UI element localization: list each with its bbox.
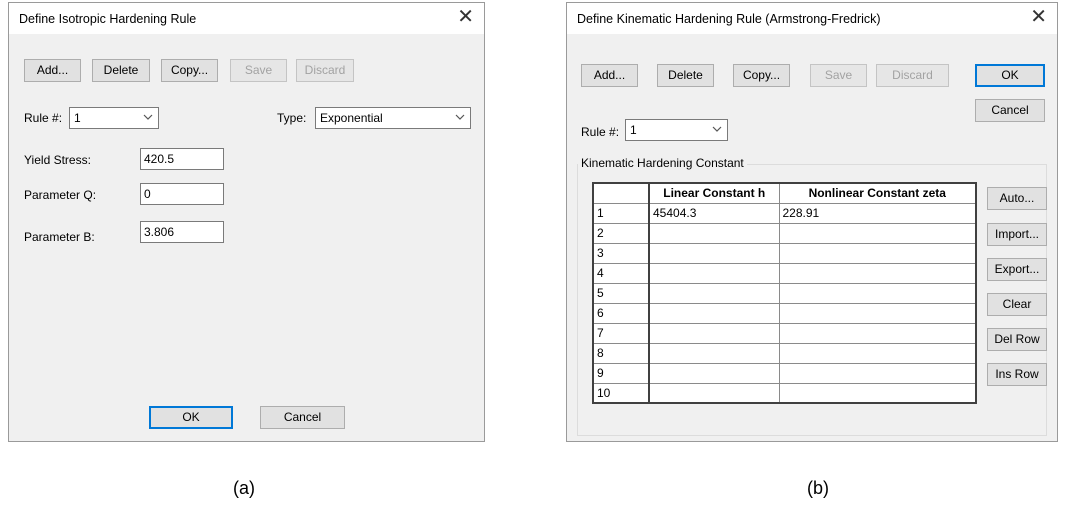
clear-button[interactable]: Clear xyxy=(987,293,1047,316)
column-header-linear[interactable]: Linear Constant h xyxy=(648,182,780,204)
kinematic-hardening-dialog: Define Kinematic Hardening Rule (Armstro… xyxy=(566,2,1058,442)
save-button[interactable]: Save xyxy=(230,59,287,82)
row-number[interactable]: 1 xyxy=(592,202,650,224)
parameter-q-label: Parameter Q: xyxy=(24,188,97,202)
parameter-b-field[interactable]: 3.806 xyxy=(140,221,224,243)
linear-constant-cell[interactable] xyxy=(648,362,780,384)
nonlinear-constant-cell[interactable] xyxy=(778,382,977,404)
table-row: 8 xyxy=(592,342,977,364)
chevron-down-icon xyxy=(143,114,153,120)
corner-cell xyxy=(592,182,650,204)
linear-constant-cell[interactable] xyxy=(648,342,780,364)
ok-button[interactable]: OK xyxy=(975,64,1045,87)
linear-constant-cell[interactable]: 45404.3 xyxy=(648,202,780,224)
parameter-q-field[interactable]: 0 xyxy=(140,183,224,205)
table-row: 7 xyxy=(592,322,977,344)
yield-stress-value: 420.5 xyxy=(144,152,175,166)
import-button[interactable]: Import... xyxy=(987,223,1047,246)
row-number[interactable]: 9 xyxy=(592,362,650,384)
ins-row-button[interactable]: Ins Row xyxy=(987,363,1047,386)
linear-constant-cell[interactable] xyxy=(648,242,780,264)
cancel-button[interactable]: Cancel xyxy=(975,99,1045,122)
delete-button[interactable]: Delete xyxy=(657,64,714,87)
chevron-down-icon xyxy=(455,114,465,120)
auto-button[interactable]: Auto... xyxy=(987,187,1047,210)
table-row: 4 xyxy=(592,262,977,284)
nonlinear-constant-cell[interactable] xyxy=(778,342,977,364)
rule-label: Rule #: xyxy=(581,125,620,139)
rule-select[interactable]: 1 xyxy=(625,119,728,141)
table-row: 1 45404.3 228.91 xyxy=(592,202,977,224)
nonlinear-constant-cell[interactable] xyxy=(778,242,977,264)
row-number[interactable]: 3 xyxy=(592,242,650,264)
chevron-down-icon xyxy=(712,126,722,132)
table-row: 2 xyxy=(592,222,977,244)
copy-button[interactable]: Copy... xyxy=(733,64,790,87)
copy-button[interactable]: Copy... xyxy=(161,59,218,82)
dialog-title: Define Kinematic Hardening Rule (Armstro… xyxy=(577,12,881,26)
nonlinear-constant-cell[interactable] xyxy=(778,302,977,324)
row-number[interactable]: 6 xyxy=(592,302,650,324)
export-button[interactable]: Export... xyxy=(987,258,1047,281)
parameter-b-label: Parameter B: xyxy=(24,230,95,244)
yield-stress-field[interactable]: 420.5 xyxy=(140,148,224,170)
save-button[interactable]: Save xyxy=(810,64,867,87)
row-number[interactable]: 4 xyxy=(592,262,650,284)
linear-constant-cell[interactable] xyxy=(648,222,780,244)
linear-constant-cell[interactable] xyxy=(648,262,780,284)
parameter-b-value: 3.806 xyxy=(144,225,175,239)
row-number[interactable]: 7 xyxy=(592,322,650,344)
discard-button[interactable]: Discard xyxy=(876,64,949,87)
parameter-q-value: 0 xyxy=(144,187,151,201)
table-row: 3 xyxy=(592,242,977,264)
nonlinear-constant-cell[interactable] xyxy=(778,262,977,284)
add-button[interactable]: Add... xyxy=(581,64,638,87)
table-row: 5 xyxy=(592,282,977,304)
row-number[interactable]: 5 xyxy=(592,282,650,304)
cancel-button[interactable]: Cancel xyxy=(260,406,345,429)
close-icon[interactable]: ✕ xyxy=(1030,6,1047,28)
caption-a: (a) xyxy=(233,478,255,498)
rule-select-value: 1 xyxy=(630,123,637,137)
linear-constant-cell[interactable] xyxy=(648,302,780,324)
table-row: 10 xyxy=(592,382,977,404)
nonlinear-constant-cell[interactable] xyxy=(778,362,977,384)
type-label: Type: xyxy=(277,111,307,125)
nonlinear-constant-cell[interactable] xyxy=(778,322,977,344)
del-row-button[interactable]: Del Row xyxy=(987,328,1047,351)
nonlinear-constant-cell[interactable] xyxy=(778,282,977,304)
linear-constant-cell[interactable] xyxy=(648,282,780,304)
nonlinear-constant-cell[interactable] xyxy=(778,222,977,244)
yield-stress-label: Yield Stress: xyxy=(24,153,91,167)
type-select[interactable]: Exponential xyxy=(315,107,471,129)
title-bar: Define Kinematic Hardening Rule (Armstro… xyxy=(567,3,1057,34)
table-row: 6 xyxy=(592,302,977,324)
type-select-value: Exponential xyxy=(320,111,383,125)
group-title: Kinematic Hardening Constant xyxy=(578,156,747,170)
dialog-title: Define Isotropic Hardening Rule xyxy=(19,12,197,26)
add-button[interactable]: Add... xyxy=(24,59,81,82)
row-number[interactable]: 2 xyxy=(592,222,650,244)
discard-button[interactable]: Discard xyxy=(296,59,354,82)
delete-button[interactable]: Delete xyxy=(92,59,150,82)
table-header-row: Linear Constant h Nonlinear Constant zet… xyxy=(592,182,977,204)
column-header-nonlinear[interactable]: Nonlinear Constant zeta xyxy=(778,182,977,204)
title-bar: Define Isotropic Hardening Rule ✕ xyxy=(9,3,484,34)
constants-table: Linear Constant h Nonlinear Constant zet… xyxy=(592,182,977,404)
ok-button[interactable]: OK xyxy=(149,406,233,429)
nonlinear-constant-cell[interactable]: 228.91 xyxy=(778,202,977,224)
rule-label: Rule #: xyxy=(24,111,63,125)
rule-select[interactable]: 1 xyxy=(69,107,159,129)
close-icon[interactable]: ✕ xyxy=(457,6,474,28)
caption-b: (b) xyxy=(807,478,829,498)
linear-constant-cell[interactable] xyxy=(648,322,780,344)
table-row: 9 xyxy=(592,362,977,384)
row-number[interactable]: 8 xyxy=(592,342,650,364)
linear-constant-cell[interactable] xyxy=(648,382,780,404)
isotropic-hardening-dialog: Define Isotropic Hardening Rule ✕ Add...… xyxy=(8,2,485,442)
rule-select-value: 1 xyxy=(74,111,81,125)
row-number[interactable]: 10 xyxy=(592,382,650,404)
